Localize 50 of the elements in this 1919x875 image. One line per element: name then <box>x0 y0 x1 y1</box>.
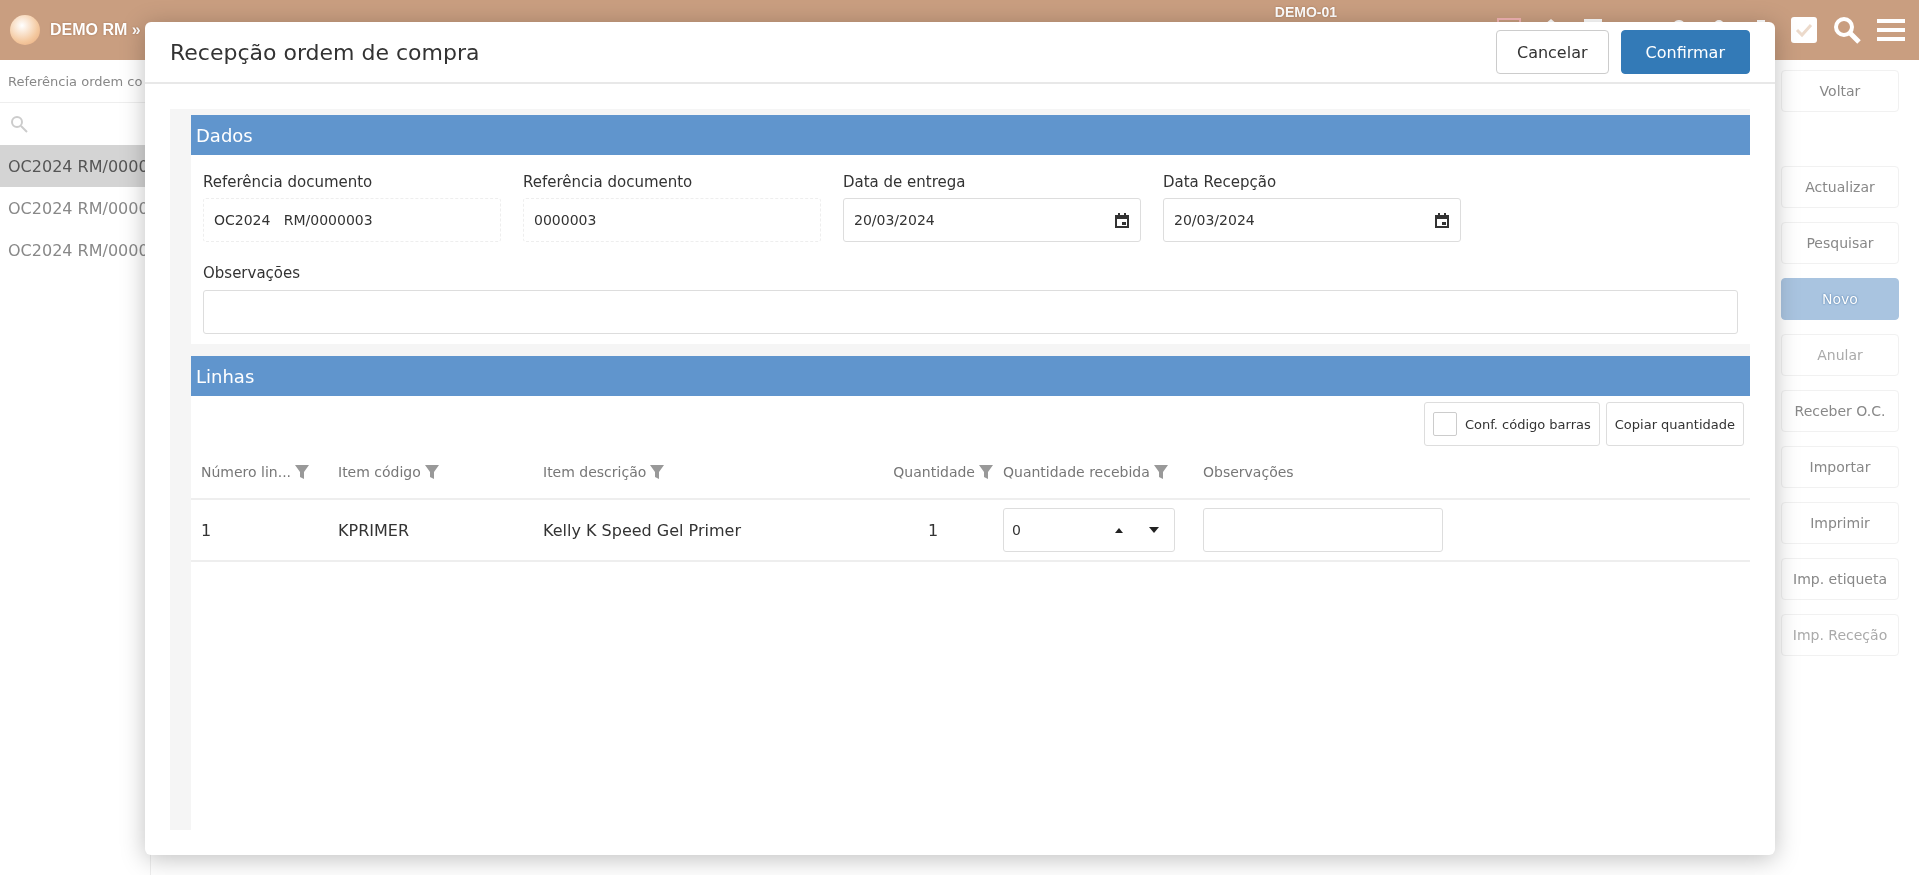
breadcrumb: DEMO RM » <box>50 21 141 39</box>
date-field[interactable]: 20/03/2024 <box>1163 198 1461 242</box>
calendar-icon[interactable] <box>1434 212 1450 228</box>
barcode-checkbox[interactable]: Conf. código barras <box>1423 402 1600 446</box>
section-header: Linhas <box>191 356 1750 396</box>
field-label: Data de entrega <box>843 173 967 191</box>
filter-icon[interactable] <box>979 465 993 479</box>
action-button[interactable]: Voltar <box>1781 70 1899 112</box>
field-label: Data Recepção <box>1163 173 1278 191</box>
menu-icon[interactable] <box>1877 18 1905 42</box>
logo-icon <box>10 15 40 45</box>
readonly-field: OC2024 RM/0000003 <box>203 198 501 242</box>
column-header: Item descrição <box>543 464 647 480</box>
column-header: Item código <box>338 464 421 480</box>
action-button[interactable]: Pesquisar <box>1781 222 1899 264</box>
dialog-button[interactable]: Cancelar <box>1495 30 1609 74</box>
section-header: Dados <box>191 115 1750 155</box>
field-label: Referência documento <box>523 173 694 191</box>
table-cell-text: Kelly K Speed Gel Primer <box>543 520 742 540</box>
field-label: Observações <box>203 264 302 282</box>
table-cell-text: 1 <box>926 520 940 540</box>
field-label: Referência documento <box>203 173 374 191</box>
filter-icon[interactable] <box>424 465 439 479</box>
column-header: Observações <box>1203 464 1294 480</box>
notes-input[interactable] <box>1203 508 1443 552</box>
action-button[interactable]: Imp. etiqueta <box>1781 558 1899 600</box>
filter-icon[interactable] <box>295 465 310 479</box>
workspace-name: DEMO-01 <box>1274 4 1337 20</box>
table-cell-text: 1 <box>201 520 213 540</box>
filter-icon[interactable] <box>650 465 665 479</box>
dialog-button[interactable]: Confirmar <box>1620 30 1750 74</box>
action-button[interactable]: Receber O.C. <box>1781 390 1899 432</box>
date-field[interactable]: 20/03/2024 <box>843 198 1141 242</box>
action-button[interactable]: Actualizar <box>1781 166 1899 208</box>
column-header: Quantidade recebida <box>1003 464 1150 480</box>
action-button[interactable]: Importar <box>1781 446 1899 488</box>
search-icon[interactable] <box>1833 16 1861 44</box>
notes-field[interactable] <box>203 290 1738 334</box>
quantity-stepper[interactable]: 0 <box>1003 508 1175 552</box>
checkbox-icon[interactable] <box>1791 17 1817 43</box>
column-header: Quantidade <box>893 464 975 480</box>
readonly-field: 0000003 <box>523 198 821 242</box>
column-header: Número lin... <box>201 464 292 480</box>
filter-icon[interactable] <box>1153 465 1168 479</box>
table-cell-text: KPRIMER <box>338 520 410 540</box>
search-icon[interactable] <box>10 115 28 133</box>
action-button[interactable]: Imprimir <box>1781 502 1899 544</box>
calendar-icon[interactable] <box>1114 212 1130 228</box>
copy-quantity-button[interactable]: Copiar quantidade <box>1605 402 1744 446</box>
dialog-title: Recepção ordem de compra <box>170 39 481 65</box>
